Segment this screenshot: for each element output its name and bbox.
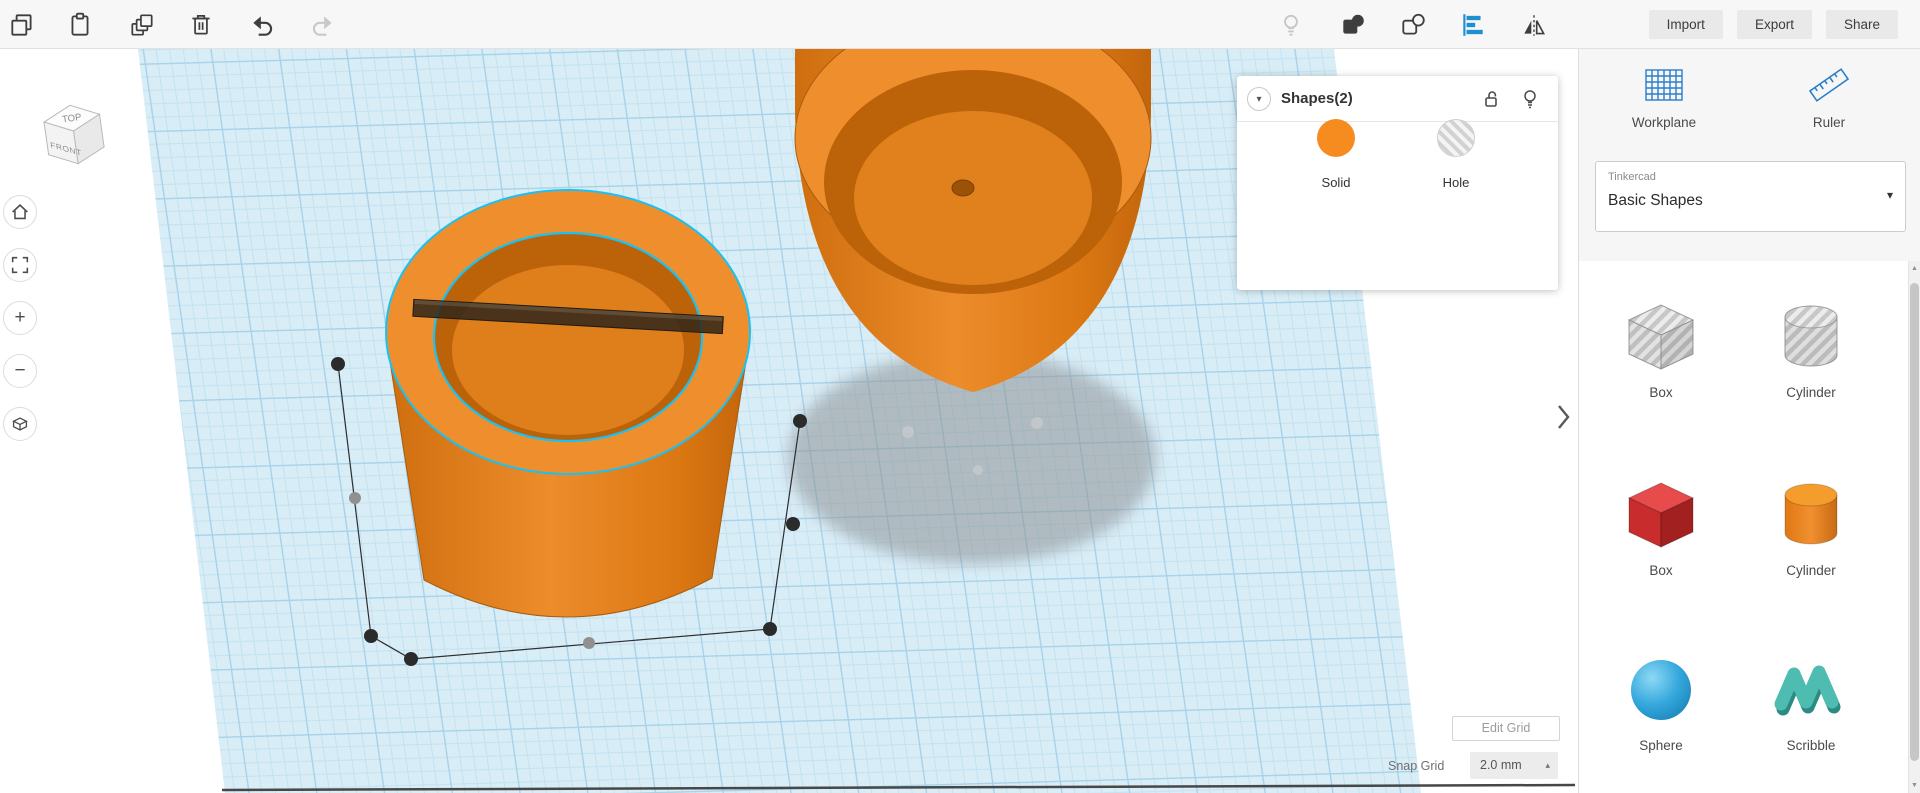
shape-tile-box-hole[interactable]: Box bbox=[1596, 293, 1726, 400]
shape-tile-box[interactable]: Box bbox=[1596, 471, 1726, 578]
scroll-up-icon[interactable]: ▲ bbox=[1909, 265, 1920, 272]
import-button[interactable]: Import bbox=[1648, 10, 1723, 39]
caret-up-icon: ▴ bbox=[1545, 760, 1550, 770]
selected-category: Basic Shapes bbox=[1608, 192, 1703, 209]
shapes-panel-header: ▾ Shapes(2) bbox=[1237, 76, 1558, 122]
group-icon bbox=[1343, 14, 1364, 34]
hole-option[interactable] bbox=[1437, 119, 1475, 157]
hole-label: Hole bbox=[1442, 175, 1470, 190]
undo-icon bbox=[253, 16, 273, 36]
undo-button[interactable] bbox=[249, 11, 277, 39]
trash-icon bbox=[192, 14, 210, 35]
brand-label: Tinkercad bbox=[1608, 171, 1656, 183]
collapse-sidebar-button[interactable] bbox=[1556, 403, 1572, 436]
shape-label: Box bbox=[1649, 385, 1673, 400]
toolbar-actions: Import Export Share bbox=[1648, 10, 1898, 39]
lightbulb-icon bbox=[1524, 90, 1536, 109]
workplane-label: Workplane bbox=[1631, 115, 1697, 130]
shape-label: Sphere bbox=[1639, 738, 1683, 753]
cylinder-hole-icon bbox=[1784, 305, 1838, 367]
shape-label: Cylinder bbox=[1786, 563, 1836, 578]
align-icon bbox=[1463, 14, 1483, 36]
lock-button[interactable] bbox=[1482, 89, 1502, 114]
unlock-icon bbox=[1485, 91, 1497, 107]
zoom-in-button[interactable]: + bbox=[3, 301, 37, 335]
shape-label: Cylinder bbox=[1786, 385, 1836, 400]
home-view-button[interactable] bbox=[3, 195, 37, 229]
solid-option[interactable] bbox=[1317, 119, 1355, 157]
duplicate-button[interactable] bbox=[128, 11, 156, 39]
shape-label: Box bbox=[1649, 563, 1673, 578]
collapse-panel-button[interactable]: ▾ bbox=[1247, 87, 1271, 111]
align-button[interactable] bbox=[1459, 11, 1487, 39]
zoom-out-button[interactable]: − bbox=[3, 354, 37, 388]
home-icon bbox=[12, 204, 28, 220]
zoom-out-icon: − bbox=[14, 360, 26, 381]
solid-label: Solid bbox=[1321, 175, 1351, 190]
zoom-in-icon: + bbox=[14, 307, 26, 328]
scrollbar-thumb[interactable] bbox=[1910, 283, 1919, 761]
fit-view-button[interactable] bbox=[3, 248, 37, 282]
view-cube[interactable]: TOP FRONT bbox=[34, 94, 114, 179]
ruler-label: Ruler bbox=[1812, 115, 1846, 130]
show-all-button[interactable] bbox=[1277, 11, 1305, 39]
shape-gallery: Box Cylinder Box Cylinder Sphere Scribbl… bbox=[1579, 261, 1909, 793]
snap-grid-value: 2.0 mm bbox=[1480, 758, 1522, 772]
sphere-icon bbox=[1631, 660, 1691, 720]
box-hole-icon bbox=[1627, 304, 1695, 370]
export-button[interactable]: Export bbox=[1736, 10, 1812, 39]
gallery-scrollbar[interactable]: ▲ ▼ bbox=[1908, 261, 1920, 793]
chevron-right-icon bbox=[1558, 405, 1570, 429]
box-icon bbox=[1627, 482, 1695, 548]
duplicate-icon bbox=[131, 14, 153, 36]
workplane-icon bbox=[1645, 69, 1683, 101]
snap-grid-label: Snap Grid bbox=[1388, 759, 1445, 773]
scribble-icon bbox=[1774, 665, 1841, 716]
delete-button[interactable] bbox=[187, 11, 215, 39]
share-button[interactable]: Share bbox=[1825, 10, 1898, 39]
chevron-down-icon: ▾ bbox=[1886, 188, 1893, 202]
chevron-down-icon: ▾ bbox=[1256, 93, 1262, 105]
mirror-button[interactable] bbox=[1520, 11, 1548, 39]
hide-button[interactable] bbox=[1520, 88, 1540, 115]
fit-view-icon bbox=[11, 256, 29, 274]
shapes-sidebar: Workplane Ruler Tinkercad Basic Shapes ▾ bbox=[1578, 49, 1920, 793]
shape-tile-scribble[interactable]: Scribble bbox=[1746, 646, 1876, 753]
perspective-icon bbox=[12, 417, 28, 431]
redo-icon bbox=[312, 16, 332, 36]
shape-tile-cylinder-hole[interactable]: Cylinder bbox=[1746, 293, 1876, 400]
top-toolbar: Import Export Share bbox=[0, 0, 1920, 49]
snap-grid-select[interactable]: 2.0 mm ▴ bbox=[1470, 752, 1558, 779]
cylinder-icon bbox=[1784, 483, 1838, 545]
paste-button[interactable] bbox=[66, 11, 94, 39]
workplane-grid[interactable] bbox=[138, 49, 1421, 793]
ruler-icon bbox=[1808, 68, 1850, 102]
edit-grid-button[interactable]: Edit Grid bbox=[1452, 716, 1560, 741]
shape-category-dropdown[interactable]: Tinkercad Basic Shapes ▾ bbox=[1595, 161, 1906, 232]
ungroup-button[interactable] bbox=[1399, 11, 1427, 39]
cylinder-object-selected[interactable] bbox=[385, 189, 751, 618]
shape-tile-sphere[interactable]: Sphere bbox=[1596, 646, 1726, 753]
shapes-inspector-panel: ▾ Shapes(2) Solid Hole bbox=[1237, 76, 1558, 290]
paste-icon bbox=[71, 12, 89, 36]
copy-icon bbox=[11, 14, 32, 36]
lightbulb-icon bbox=[1284, 14, 1298, 36]
ruler-tool[interactable]: Ruler bbox=[1769, 63, 1889, 130]
scroll-down-icon[interactable]: ▼ bbox=[1909, 782, 1920, 789]
group-button[interactable] bbox=[1339, 11, 1367, 39]
shape-label: Scribble bbox=[1786, 738, 1836, 753]
perspective-toggle-button[interactable] bbox=[3, 407, 37, 441]
shapes-panel-title: Shapes(2) bbox=[1281, 90, 1353, 107]
redo-button[interactable] bbox=[308, 11, 336, 39]
ungroup-icon bbox=[1402, 13, 1425, 35]
copy-button[interactable] bbox=[8, 11, 36, 39]
shape-tile-cylinder[interactable]: Cylinder bbox=[1746, 471, 1876, 578]
tinkercad-editor: Import Export Share TOP FRONT + − ▾ Shap… bbox=[0, 0, 1920, 793]
mirror-icon bbox=[1524, 15, 1546, 36]
drain-hole bbox=[951, 179, 975, 197]
workplane-tool[interactable]: Workplane bbox=[1604, 63, 1724, 130]
